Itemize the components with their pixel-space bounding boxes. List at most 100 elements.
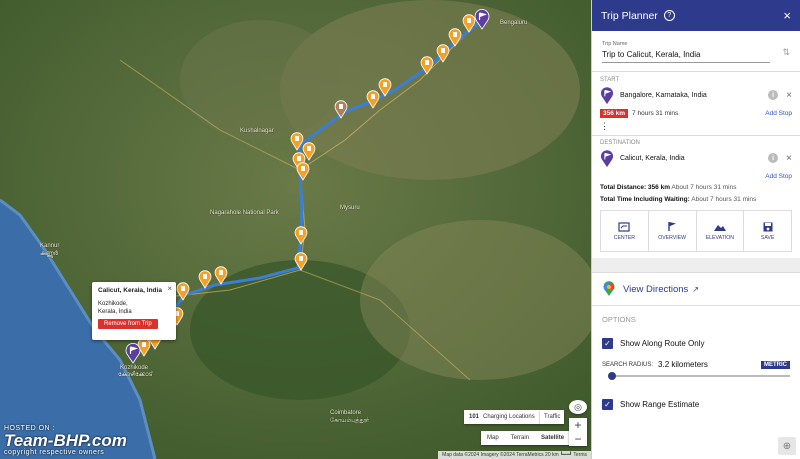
checkbox-checked-icon: ✓: [602, 398, 613, 410]
add-stop-link[interactable]: Add Stop: [765, 110, 792, 117]
add-stop-row: Add Stop: [592, 170, 800, 182]
start-location[interactable]: Bangalore, Karnataka, India i ×: [592, 83, 800, 107]
charger-pin[interactable]: [214, 266, 228, 285]
help-icon[interactable]: ?: [663, 10, 675, 21]
map-type-terrain[interactable]: Terrain: [505, 431, 535, 445]
elevation-button[interactable]: ELEVATION: [697, 211, 745, 251]
location-popup: Calicut, Kerala, India × Kozhikode, Kera…: [92, 282, 176, 340]
charger-pin[interactable]: [378, 78, 392, 97]
checkbox-checked-icon: ✓: [602, 337, 613, 349]
leg-time: 7 hours 31 mins: [632, 110, 679, 117]
destination-location-name: Calicut, Kerala, India: [620, 154, 685, 162]
view-directions-link[interactable]: View Directions ↗: [592, 272, 800, 306]
leg-distance-badge: 356 km: [600, 109, 629, 118]
charging-count: 101: [469, 414, 480, 420]
show-along-route-checkbox[interactable]: ✓ Show Along Route Only: [592, 332, 800, 354]
show-along-route-label: Show Along Route Only: [620, 338, 705, 348]
metric-toggle[interactable]: METRIC: [761, 360, 790, 369]
map-label: கோயம்புத்தூர்: [330, 418, 370, 424]
destination-flag-icon: [600, 149, 614, 167]
map-label: Coimbatore: [330, 410, 362, 416]
info-icon[interactable]: i: [768, 153, 779, 163]
search-radius-value: 3.2 kilometers: [658, 360, 708, 369]
remove-from-trip-button[interactable]: Remove from Trip: [98, 319, 158, 329]
map-label: Bengaluru: [500, 20, 528, 26]
charger-pin[interactable]: [448, 28, 462, 47]
charger-pin[interactable]: [294, 226, 308, 245]
info-icon[interactable]: i: [768, 90, 779, 100]
remove-start-icon[interactable]: ×: [786, 90, 792, 101]
trip-name-input[interactable]: Trip to Calicut, Kerala, India: [602, 50, 770, 63]
map-label: Nagarahole National Park: [210, 210, 279, 216]
popup-close-icon[interactable]: ×: [167, 284, 172, 293]
map-label: Kannur: [40, 243, 60, 249]
map-type-map[interactable]: Map: [481, 431, 505, 445]
swap-icon[interactable]: ⇅: [782, 47, 790, 58]
center-icon: [618, 221, 630, 232]
remove-destination-icon[interactable]: ×: [786, 153, 792, 164]
show-range-estimate-checkbox[interactable]: ✓ Show Range Estimate: [592, 393, 800, 415]
charger-pin[interactable]: [198, 270, 212, 289]
watermark: HOSTED ON : Team-BHP.com copyright respe…: [4, 425, 127, 456]
map-label: Kushalnagar: [240, 128, 274, 134]
overview-label: OVERVIEW: [658, 235, 687, 241]
start-location-name: Bangalore, Karnataka, India: [620, 91, 707, 99]
show-range-estimate-label: Show Range Estimate: [620, 399, 700, 409]
elevation-icon: [713, 224, 726, 231]
zoom-in-button[interactable]: +: [569, 418, 587, 432]
traffic-toggle[interactable]: Traffic: [540, 410, 565, 424]
center-button[interactable]: CENTER: [601, 211, 649, 251]
start-flag-icon: [600, 86, 614, 104]
save-button[interactable]: SAVE: [744, 211, 791, 251]
charger-pin[interactable]: [334, 100, 348, 119]
destination-pin[interactable]: [125, 342, 141, 364]
zoom-control: + −: [569, 418, 587, 446]
elevation-label: ELEVATION: [705, 234, 735, 241]
search-radius-slider[interactable]: [608, 372, 790, 380]
map-attribution: Map data ©2024 Imagery ©2024 TerraMetric…: [438, 451, 591, 459]
my-location-icon[interactable]: ◎: [569, 400, 587, 414]
search-radius-row: SEARCH RADIUS: 3.2 kilometers METRIC: [592, 360, 800, 369]
charger-pin[interactable]: [294, 252, 308, 271]
map-view[interactable]: Kozhikode കോഴിക്കോട് Coimbatore கோயம்புத…: [0, 0, 591, 459]
save-label: SAVE: [760, 234, 775, 241]
save-icon: [763, 222, 773, 231]
total-distance-time: About 7 hours 31 mins: [671, 184, 737, 191]
trip-totals: Total Distance: 356 km About 7 hours 31 …: [592, 182, 800, 206]
more-vert-icon[interactable]: ⋮: [592, 118, 800, 135]
trip-name-field[interactable]: Trip Name Trip to Calicut, Kerala, India…: [592, 31, 800, 63]
options-label: OPTIONS: [602, 314, 636, 324]
total-time-value: About 7 hours 31 mins: [691, 196, 757, 203]
action-bar: CENTER OVERVIEW ELEVATION SAVE: [600, 210, 792, 252]
start-pin[interactable]: [474, 8, 490, 30]
google-maps-icon: [603, 281, 615, 296]
trip-name-label: Trip Name: [602, 41, 628, 47]
charger-pin[interactable]: [296, 162, 310, 181]
panel-header: Trip Planner ? ×: [592, 0, 800, 31]
charger-pin[interactable]: [176, 282, 190, 301]
total-time-label: Total Time Including Waiting:: [600, 196, 690, 203]
trip-planner-panel: Trip Planner ? × Trip Name Trip to Calic…: [591, 0, 800, 459]
close-panel-icon[interactable]: ×: [783, 8, 791, 23]
watermark-line3: copyright respective owners: [4, 449, 105, 456]
map-label: കണ്ണൂർ: [40, 251, 58, 257]
map-label: Kozhikode: [120, 365, 149, 371]
overview-button[interactable]: OVERVIEW: [649, 211, 697, 251]
watermark-logo: Team-BHP.com: [4, 431, 127, 450]
map-label: കോഴിക്കോട്: [118, 372, 153, 378]
map-type-control: Map Terrain Satellite: [481, 431, 571, 445]
charging-locations-toggle[interactable]: 101 Charging Locations: [464, 410, 540, 424]
zoom-out-button[interactable]: −: [569, 432, 587, 446]
zoom-search-icon[interactable]: ⊕: [778, 437, 796, 455]
charger-pin[interactable]: [420, 56, 434, 75]
panel-title: Trip Planner: [601, 9, 658, 22]
popup-address-line2: Kerala, India: [98, 309, 132, 315]
add-stop-link[interactable]: Add Stop: [765, 173, 792, 180]
search-radius-label: SEARCH RADIUS:: [602, 361, 654, 368]
center-label: CENTER: [613, 234, 636, 241]
popup-address-line1: Kozhikode,: [98, 301, 128, 307]
popup-title: Calicut, Kerala, India: [98, 287, 162, 294]
slider-knob[interactable]: [608, 372, 616, 380]
destination-location[interactable]: Calicut, Kerala, India i ×: [592, 146, 800, 170]
map-type-satellite[interactable]: Satellite: [535, 431, 570, 445]
